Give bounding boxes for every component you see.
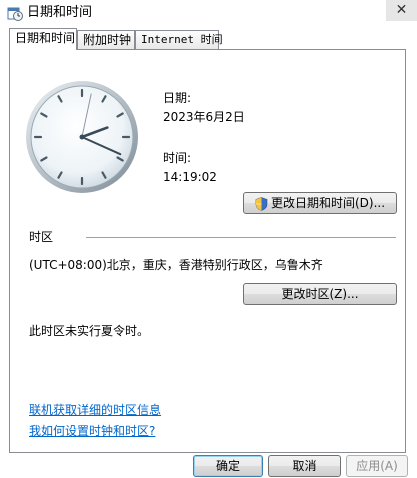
window-title: 日期和时间 bbox=[27, 5, 93, 20]
change-date-time-button[interactable]: 更改日期和时间(D)... bbox=[243, 192, 397, 214]
timezone-value: (UTC+08:00)北京，重庆，香港特别行政区，乌鲁木齐 bbox=[29, 258, 323, 272]
cancel-button[interactable]: 取消 bbox=[268, 455, 341, 477]
date-value: 2023年6月2日 bbox=[163, 110, 245, 124]
time-value: 14:19:02 bbox=[163, 170, 217, 184]
uac-shield-icon bbox=[255, 196, 268, 211]
close-button[interactable]: ✕ bbox=[386, 0, 417, 21]
ok-button[interactable]: 确定 bbox=[193, 455, 263, 477]
title-bar: 日期和时间 ✕ bbox=[0, 0, 417, 26]
tab-date-time[interactable]: 日期和时间 bbox=[9, 28, 77, 50]
time-label: 时间: bbox=[163, 151, 192, 165]
apply-button[interactable]: 应用(A) bbox=[346, 455, 408, 477]
tab-additional-clocks[interactable]: 附加时钟 bbox=[77, 30, 135, 49]
timezone-info-link[interactable]: 联机获取详细的时区信息 bbox=[29, 402, 161, 418]
timezone-divider bbox=[86, 237, 396, 238]
dst-note: 此时区未实行夏令时。 bbox=[29, 324, 150, 338]
analog-clock bbox=[26, 81, 138, 193]
change-date-time-label: 更改日期和时间(D)... bbox=[270, 196, 386, 210]
tab-internet-time[interactable]: Internet 时间 bbox=[135, 30, 223, 49]
timezone-heading: 时区 bbox=[29, 230, 54, 244]
clock-help-link[interactable]: 我如何设置时钟和时区? bbox=[29, 423, 155, 439]
date-label: 日期: bbox=[163, 91, 192, 105]
change-timezone-button[interactable]: 更改时区(Z)... bbox=[243, 283, 397, 305]
clock-calendar-icon bbox=[7, 7, 23, 21]
